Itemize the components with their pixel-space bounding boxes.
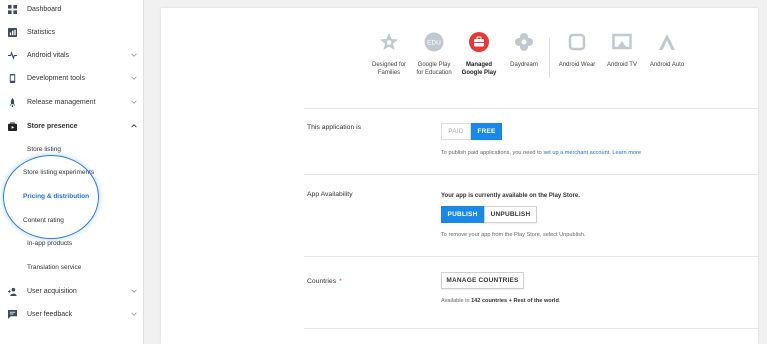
section-divider <box>304 256 758 257</box>
sidebar-item-statistics[interactable]: Statistics <box>0 21 144 43</box>
statistics-icon <box>8 27 17 37</box>
briefcase-icon <box>469 32 489 52</box>
device-daydream[interactable]: Daydream <box>501 32 547 69</box>
chevron-up-icon[interactable] <box>130 122 138 130</box>
sidebar-item-label: User feedback <box>27 310 73 318</box>
sidebar-item-label: User acquisition <box>27 287 77 295</box>
chevron-down-icon[interactable] <box>130 310 138 318</box>
user-add-icon <box>8 287 17 296</box>
manage-countries-button[interactable]: MANAGE COUNTRIES <box>441 272 524 289</box>
highlight-circle <box>3 155 99 239</box>
sidebar-item-label: Development tools <box>27 74 85 82</box>
daydream-icon <box>515 33 533 51</box>
sidebar-item-release-management[interactable]: Release management <box>0 91 144 113</box>
device-label: Google Play <box>461 70 497 76</box>
chevron-down-icon[interactable] <box>130 74 138 82</box>
device-label: Android Auto <box>649 62 685 68</box>
device-android-wear[interactable]: Android Wear <box>554 32 600 69</box>
learn-more-link[interactable]: Learn more <box>612 150 641 156</box>
device-label: Families <box>377 70 401 76</box>
store-icon <box>8 121 17 131</box>
edu-icon-text: EDU <box>427 40 441 47</box>
countries-label: Countries * <box>307 278 342 285</box>
sidebar-subitem-in-app-products[interactable]: In-app products <box>27 240 72 247</box>
device-label: Managed <box>465 62 492 68</box>
sidebar-item-dashboard[interactable]: Dashboard <box>0 0 144 20</box>
dashboard-icon <box>8 4 17 14</box>
free-toggle[interactable]: FREE <box>471 123 502 140</box>
help-text: To publish paid applications, you need t… <box>441 150 544 156</box>
families-star-icon <box>380 33 398 50</box>
availability-help-text: To remove your app from the Play Store, … <box>441 232 586 238</box>
countries-label-text: Countries <box>307 278 337 285</box>
required-marker: * <box>339 278 342 285</box>
device-google-play-for-education[interactable]: EDU Google Play for Education <box>411 32 457 77</box>
availability-label: App Availability <box>307 191 353 198</box>
sidebar-item-label: Statistics <box>27 28 56 36</box>
section-divider <box>304 174 758 175</box>
sidebar-item-user-feedback[interactable]: User feedback <box>0 303 144 325</box>
sidebar-item-label: Release management <box>27 98 96 106</box>
device-label: for Education <box>416 70 452 76</box>
sidebar-item-android-vitals[interactable]: Android vitals <box>0 44 144 66</box>
merchant-account-link[interactable]: set up a merchant account <box>543 150 609 156</box>
device-label: Android TV <box>607 62 637 68</box>
sidebar-item-user-acquisition[interactable]: User acquisition <box>0 280 144 302</box>
sidebar-item-development-tools[interactable]: Development tools <box>0 67 144 89</box>
device-label: Daydream <box>510 62 538 68</box>
section-divider <box>304 328 758 329</box>
device-android-tv[interactable]: Android TV <box>599 32 645 69</box>
sidebar-item-label: Store presence <box>27 122 78 130</box>
sidebar-subitem-store-listing[interactable]: Store listing <box>27 146 61 153</box>
chevron-down-icon[interactable] <box>130 287 138 295</box>
countries-count: 142 countries + Rest of the world <box>471 298 559 304</box>
edu-icon: EDU <box>424 32 444 52</box>
device-managed-google-play[interactable]: Managed Google Play <box>456 32 502 77</box>
publish-button[interactable]: PUBLISH <box>441 206 484 223</box>
paid-toggle[interactable]: PAID <box>441 123 471 140</box>
device-android-auto[interactable]: Android Auto <box>644 32 690 69</box>
chevron-down-icon[interactable] <box>130 98 138 106</box>
device-divider <box>549 38 550 78</box>
dev-tools-icon <box>9 73 16 83</box>
sidebar-item-label: Android vitals <box>27 51 70 59</box>
chevron-down-icon[interactable] <box>130 51 138 59</box>
device-label: Google Play <box>417 62 451 68</box>
auto-icon <box>659 34 675 50</box>
device-label: Designed for <box>371 62 407 68</box>
vitals-icon <box>8 50 17 60</box>
pricing-help-text: To publish paid applications, you need t… <box>441 150 641 156</box>
pricing-label: This application is <box>307 124 362 131</box>
help-text: . <box>558 298 561 304</box>
rocket-icon <box>9 97 16 107</box>
feedback-icon <box>8 309 17 319</box>
unpublish-button[interactable]: UNPUBLISH <box>484 206 537 223</box>
watch-icon <box>568 33 586 51</box>
sidebar-item-store-presence[interactable]: Store presence <box>0 115 144 137</box>
device-designed-for-families[interactable]: Designed for Families <box>366 32 412 77</box>
sidebar-subitem-translation-service[interactable]: Translation service <box>27 264 81 271</box>
sidebar-item-label: Dashboard <box>27 5 62 13</box>
device-label: Android Wear <box>558 62 596 68</box>
countries-availability-text: Available in 142 countries + Rest of the… <box>441 298 560 304</box>
sidebar: Dashboard Statistics Android vitals Deve… <box>0 0 144 344</box>
help-text: Available in <box>441 298 472 304</box>
tv-icon <box>612 33 632 50</box>
section-divider <box>304 108 758 109</box>
availability-status: Your app is currently available on the P… <box>441 193 580 199</box>
